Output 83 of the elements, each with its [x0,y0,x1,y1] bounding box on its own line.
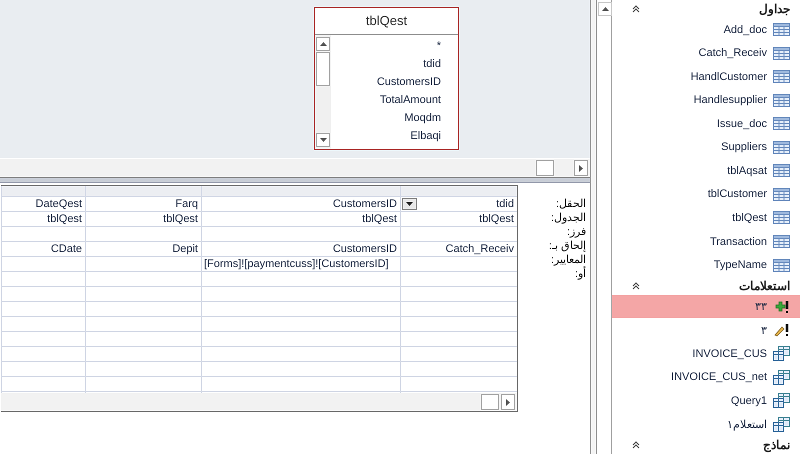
table-icon [773,258,790,272]
scrollbar-thumb[interactable] [481,394,499,410]
grid-cell[interactable]: tblQest [401,212,517,227]
field-name[interactable]: Elbaqi [331,127,441,145]
table-icon [773,117,790,130]
table-icon [773,94,790,107]
nav-item[interactable]: Add_doc [612,18,800,42]
table-icon [773,211,790,224]
query-icon [773,393,790,408]
nav-item[interactable]: tblQest [612,206,800,230]
field-name[interactable]: Moqdm [331,109,441,127]
field-name[interactable]: * [331,37,441,55]
nav-item[interactable]: HandlCustomer [612,65,800,89]
up-arrow-icon[interactable] [320,42,326,46]
grid-cell[interactable]: DateQest [2,197,85,212]
pencil-exclamation-icon [773,323,790,338]
row-label: فرز: [566,225,586,239]
grid-cell[interactable]: CustomersID [202,242,400,257]
field-name[interactable]: TotalAmount [331,91,441,109]
collapse-chevron-icon[interactable] [632,440,640,449]
up-arrow-icon[interactable] [602,7,608,11]
table-icon [773,140,790,154]
grid-cell[interactable]: Depit [86,242,201,257]
pane-splitter[interactable] [590,0,597,454]
row-label: المعايير: [550,253,586,266]
down-arrow-icon[interactable] [320,138,326,142]
field-name[interactable]: CustomersID [331,73,441,91]
vertical-scrollbar[interactable] [315,35,331,149]
column-selector[interactable] [2,186,85,197]
table-icon [773,164,790,178]
query-icon [773,370,790,385]
table-icon [773,23,790,36]
nav-item[interactable]: tblCustomer [612,182,800,206]
nav-item[interactable]: Catch_Receiv [612,41,800,66]
grid-cell[interactable]: CustomersID [202,197,400,212]
plus-exclamation-icon [773,300,790,314]
nav-item[interactable]: ٣ [612,318,800,342]
nav-item[interactable]: Issue_doc [612,112,800,136]
nav-item[interactable]: Query1 [612,388,800,412]
collapse-chevron-icon[interactable] [632,4,640,13]
group-header[interactable]: نماذج [763,438,790,452]
grid-cell[interactable]: CDate [2,242,85,257]
table-icon [773,46,790,60]
row-label: إلحاق بـ: [548,239,586,253]
nav-item[interactable]: Suppliers [612,136,800,160]
field-name[interactable]: tdid [331,55,441,73]
grid-cell[interactable]: Farq [86,197,201,212]
grid-cell[interactable]: Catch_Receiv [401,242,517,257]
dropdown-button[interactable] [402,198,417,210]
table-title: tblQest [315,8,458,35]
nav-item[interactable]: Transaction [612,230,800,254]
query-icon [773,416,790,432]
nav-item[interactable]: INVOICE_CUS [612,342,800,366]
row-label: الجدول: [550,211,586,225]
scrollbar-thumb[interactable] [536,160,554,176]
splitter-handle[interactable] [0,178,590,183]
grid-cell[interactable]: tblQest [2,212,85,227]
grid-cell[interactable]: tblQest [86,212,201,227]
table-icon [773,70,790,84]
horizontal-scrollbar[interactable] [1,393,517,411]
right-arrow-icon[interactable] [506,398,510,406]
nav-item[interactable]: Handlesupplier [612,88,800,112]
collapse-chevron-icon[interactable] [632,282,640,290]
nav-item[interactable]: TypeName [612,253,800,277]
table-icon [773,235,790,248]
right-arrow-icon[interactable] [579,164,583,172]
vertical-scrollbar[interactable] [597,0,612,454]
query-icon [773,346,790,362]
table-icon [773,188,790,201]
grid-cell[interactable]: tdid [401,197,517,212]
caret-icon [406,202,413,206]
group-header[interactable]: استعلامات [739,278,790,293]
group-header[interactable]: جداول [759,2,790,16]
nav-item[interactable]: ٣٣ [612,294,800,318]
row-label: الحقل: [554,197,586,211]
grid-cell[interactable]: [Forms]![paymentcuss]![CustomersID] [202,257,400,272]
nav-item[interactable]: استعلام١ [612,412,800,436]
nav-item[interactable]: tblAqsat [612,159,800,183]
horizontal-scrollbar[interactable] [0,159,590,178]
nav-item[interactable]: INVOICE_CUS_net [612,365,800,389]
grid-cell[interactable]: tblQest [202,212,400,227]
row-label: أو: [574,267,586,281]
column-selector[interactable] [86,186,201,197]
